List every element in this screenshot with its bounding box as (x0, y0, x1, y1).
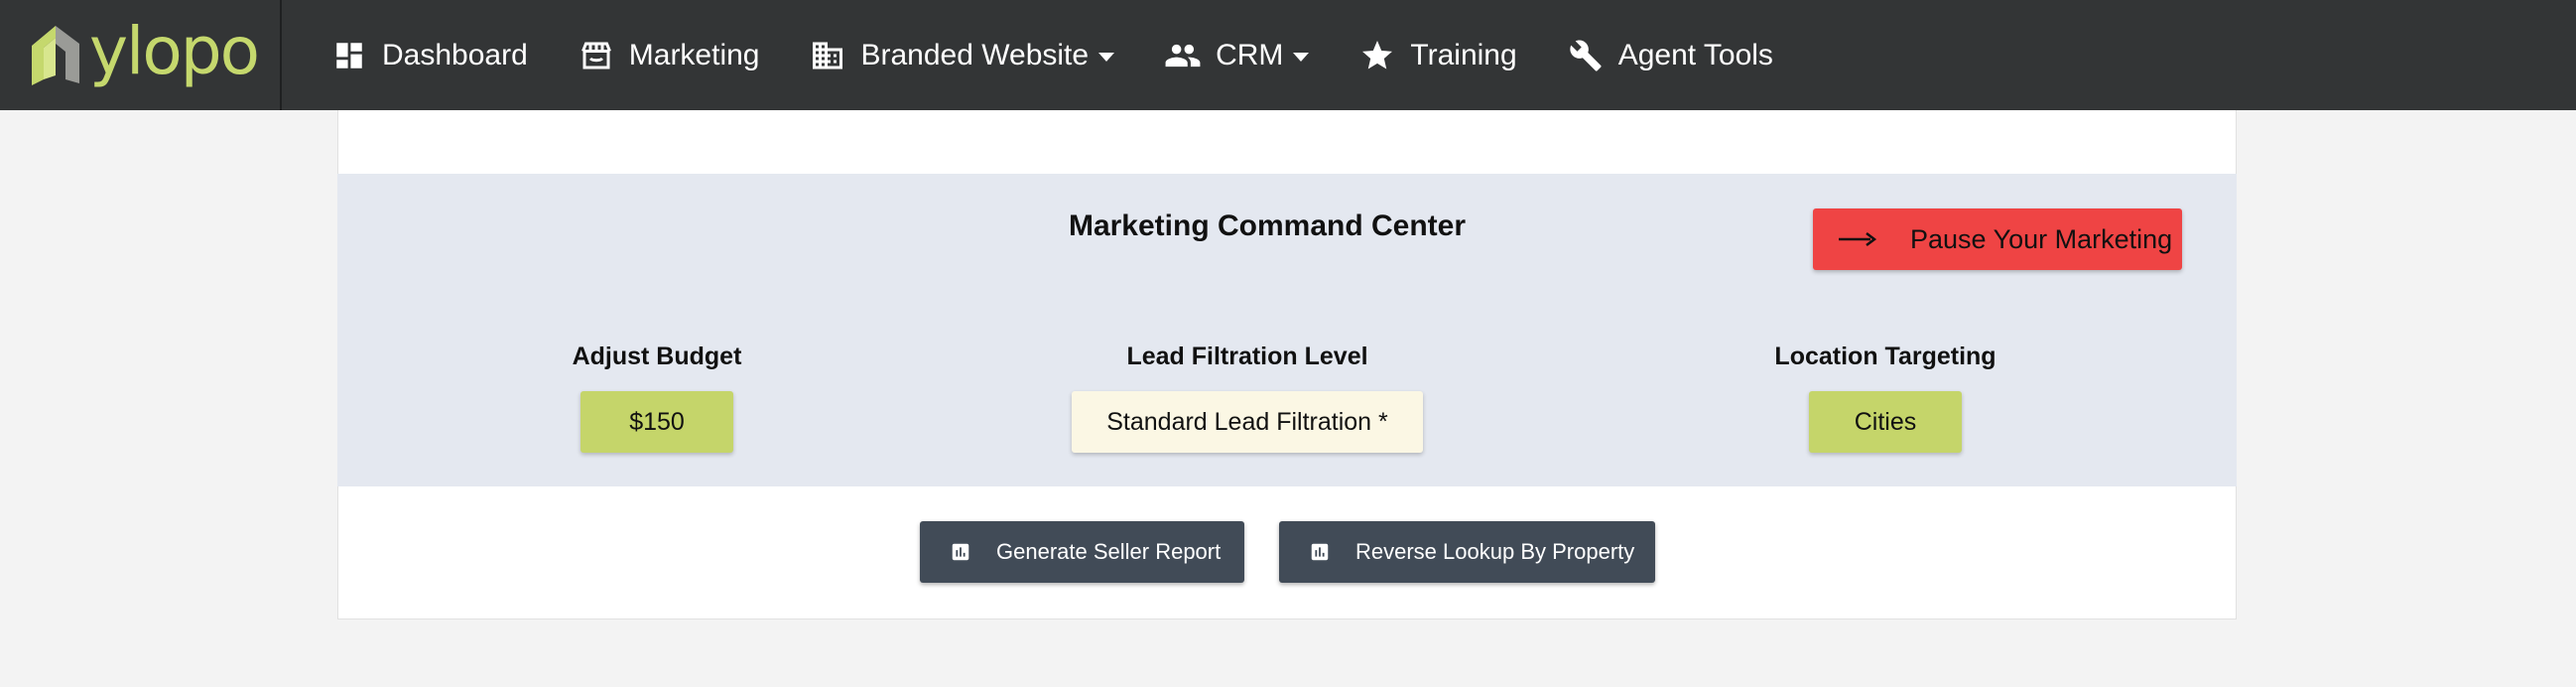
budget-label: Adjust Budget (572, 343, 742, 370)
lead-filtration-label: Lead Filtration Level (1126, 343, 1368, 370)
house-logo-icon (32, 25, 79, 85)
nav-item-dashboard[interactable]: Dashboard (306, 0, 553, 110)
lead-filtration-button[interactable]: Standard Lead Filtration * (1072, 391, 1423, 453)
bar-chart-icon (1309, 541, 1331, 563)
content-card-header (337, 110, 2237, 174)
reverse-lookup-label: Reverse Lookup By Property (1355, 539, 1635, 564)
brand-logo[interactable]: ylopo (0, 0, 282, 110)
nav-label-dashboard: Dashboard (382, 38, 528, 71)
bar-chart-icon (950, 541, 971, 563)
lead-filtration-control: Lead Filtration Level Standard Lead Filt… (1048, 343, 1447, 453)
budget-control: Adjust Budget $150 (552, 343, 762, 453)
nav-label-marketing: Marketing (628, 38, 760, 71)
location-targeting-control: Location Targeting Cities (1756, 343, 2014, 453)
nav-menu: Dashboard Marketing Branded Website CRM (306, 0, 1798, 110)
nav-item-crm[interactable]: CRM (1139, 0, 1334, 110)
nav-label-training: Training (1410, 38, 1517, 71)
generate-seller-report-label: Generate Seller Report (996, 539, 1222, 564)
location-targeting-button[interactable]: Cities (1809, 391, 1962, 453)
star-icon (1358, 37, 1396, 74)
chevron-down-icon (1098, 53, 1115, 62)
nav-item-agent-tools[interactable]: Agent Tools (1542, 0, 1798, 110)
nav-item-branded-website[interactable]: Branded Website (784, 0, 1139, 110)
generate-seller-report-button[interactable]: Generate Seller Report (920, 521, 1244, 583)
marketing-command-center: Marketing Command Center Pause Your Mark… (337, 174, 2237, 486)
pause-marketing-label: Pause Your Marketing (1910, 223, 2173, 254)
nav-item-training[interactable]: Training (1334, 0, 1541, 110)
storefront-icon (578, 37, 615, 74)
actions-panel: Generate Seller Report Reverse Lookup By… (337, 486, 2237, 619)
nav-label-crm: CRM (1216, 38, 1284, 71)
people-icon (1164, 37, 1202, 74)
location-targeting-label: Location Targeting (1774, 343, 1996, 370)
pause-marketing-button[interactable]: Pause Your Marketing (1813, 208, 2182, 270)
top-navbar: ylopo Dashboard Marketing Branded Websit… (0, 0, 2576, 110)
arrow-right-icon (1839, 232, 1876, 246)
nav-label-branded-website: Branded Website (860, 38, 1090, 71)
dashboard-icon (330, 37, 368, 74)
reverse-lookup-button[interactable]: Reverse Lookup By Property (1279, 521, 1655, 583)
budget-button[interactable]: $150 (580, 391, 733, 453)
building-icon (809, 37, 846, 74)
nav-label-agent-tools: Agent Tools (1617, 38, 1773, 71)
brand-name: ylopo (89, 12, 260, 89)
wrench-icon (1567, 37, 1605, 74)
chevron-down-icon (1293, 53, 1310, 62)
nav-item-marketing[interactable]: Marketing (553, 0, 785, 110)
